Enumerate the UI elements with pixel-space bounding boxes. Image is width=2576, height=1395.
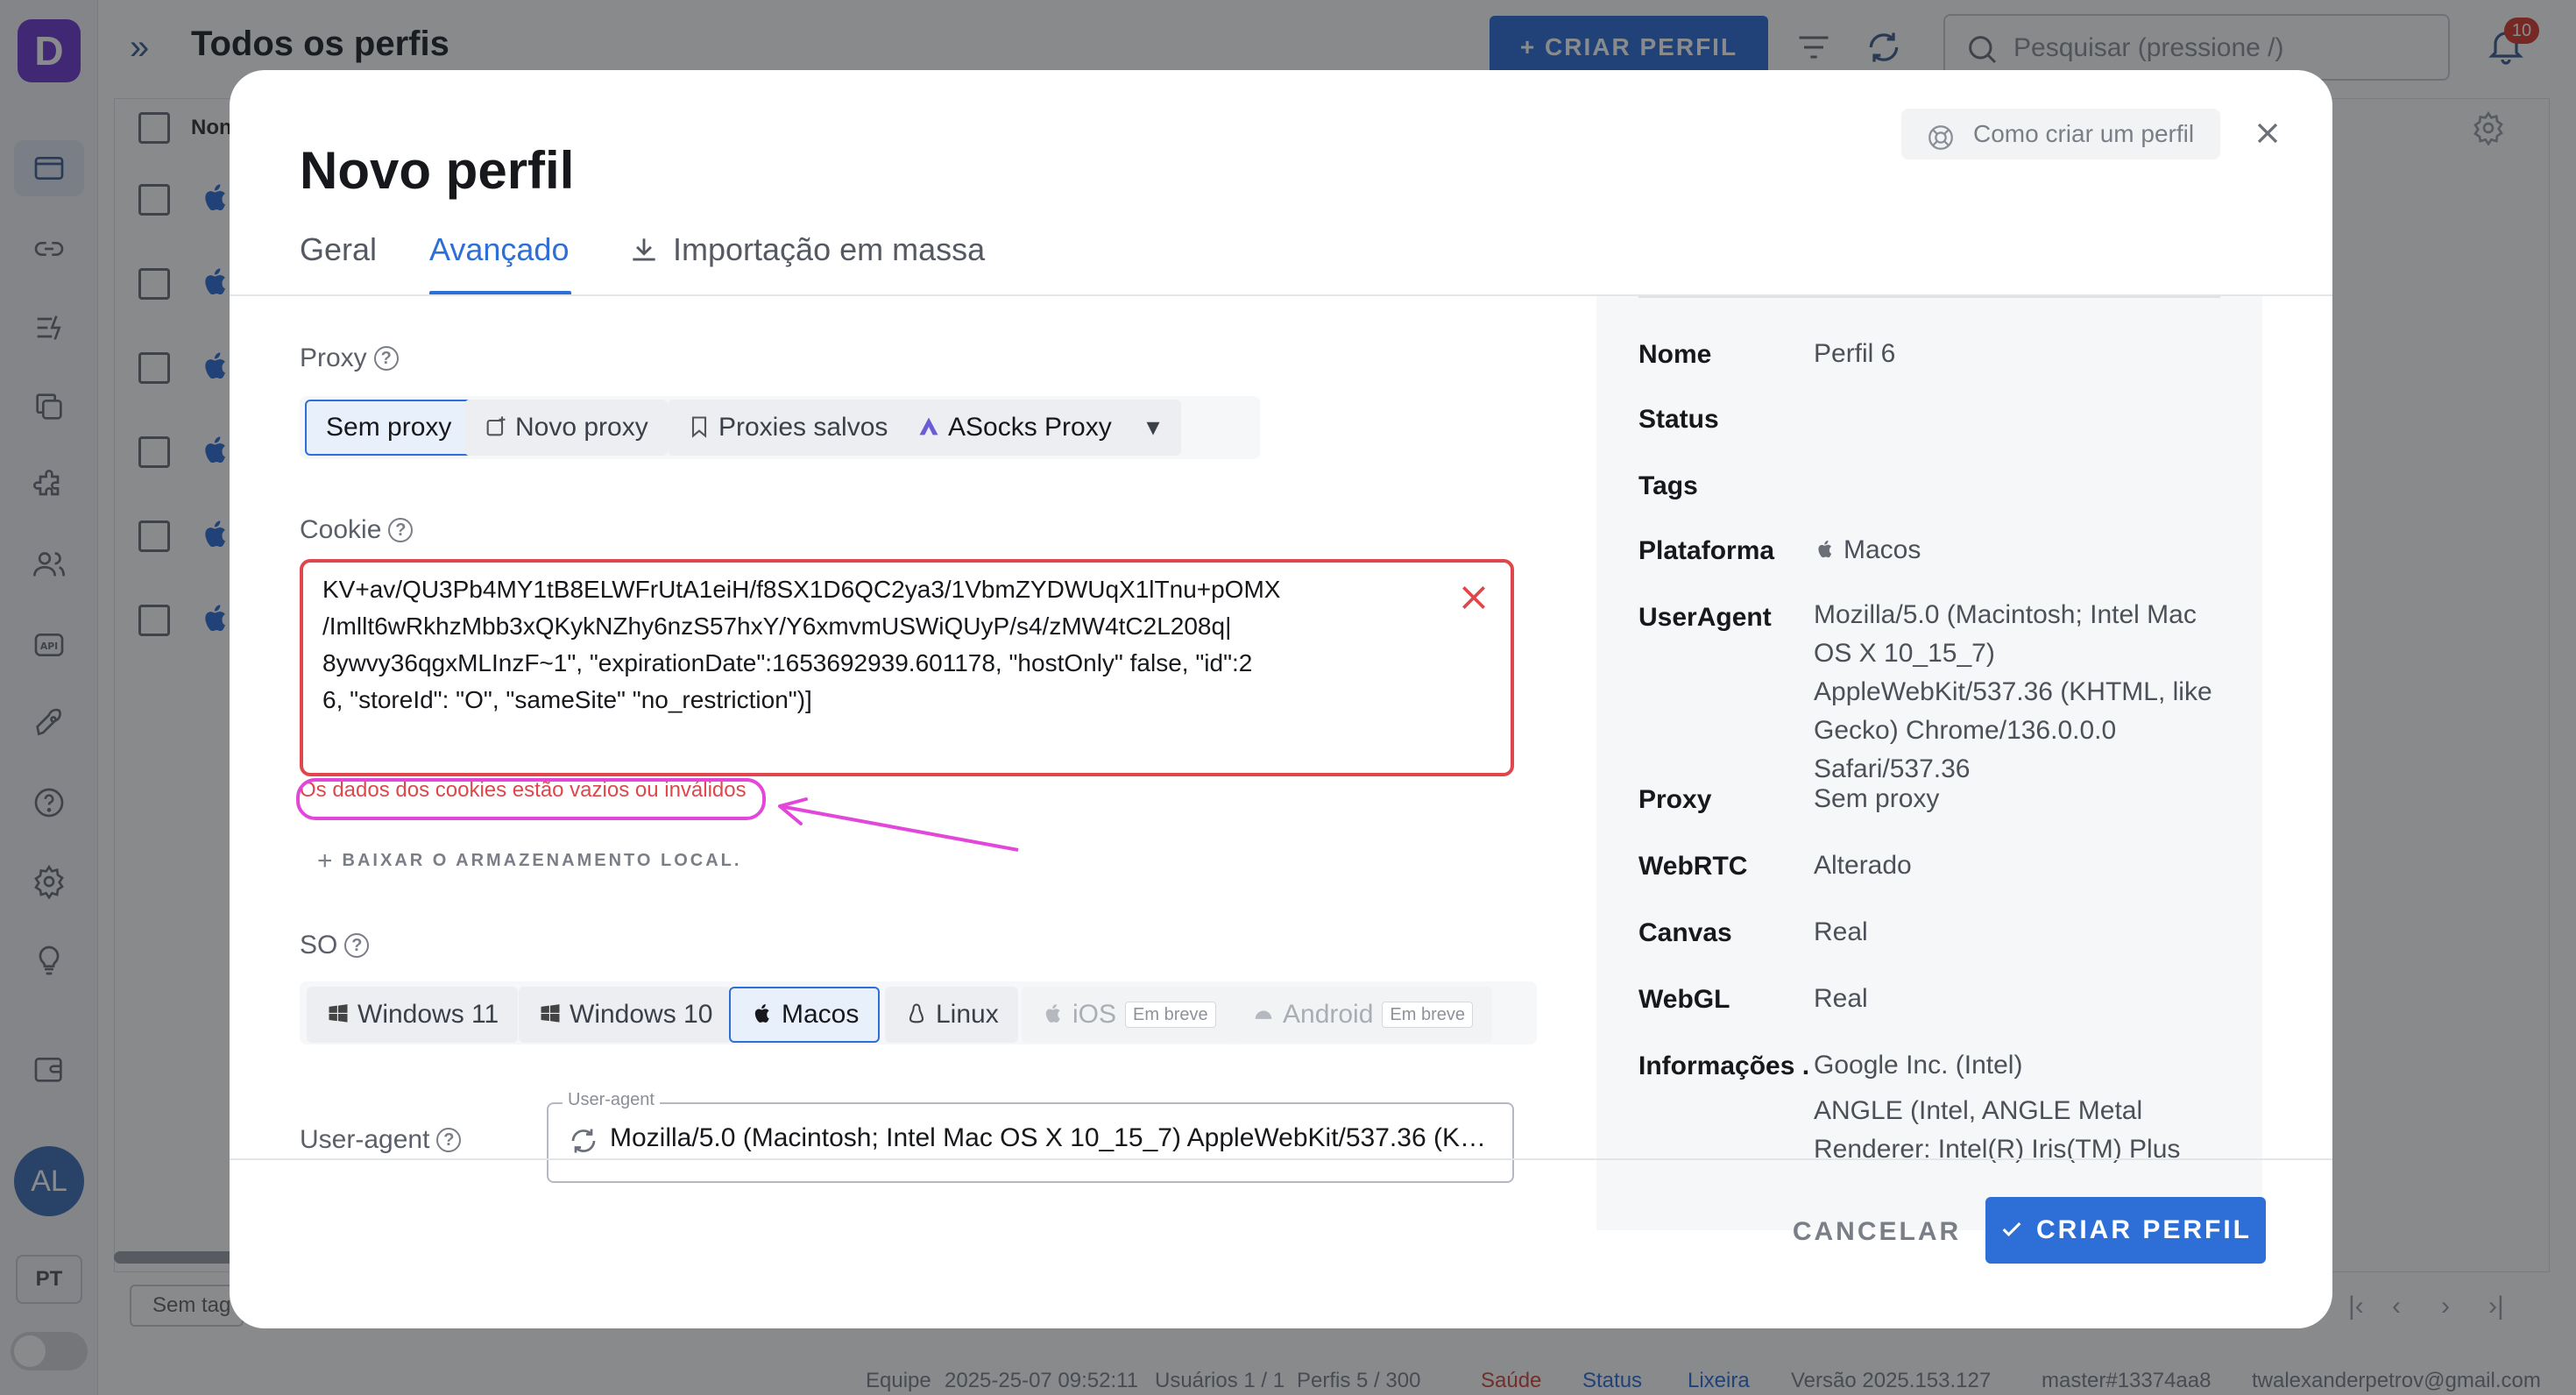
proxy-label: Proxy (300, 343, 367, 372)
os-help-icon[interactable]: ? (344, 933, 370, 958)
os-option-android: Android Em breve (1232, 987, 1492, 1043)
user-agent-help-icon[interactable]: ? (436, 1128, 462, 1152)
proxy-section-label: Proxy? (300, 343, 399, 373)
user-agent-field-legend: User-agent (563, 1090, 660, 1110)
summary-webrtc-key: WebRTC (1638, 852, 1748, 881)
tab-advanced[interactable]: Avançado (429, 231, 569, 268)
regenerate-user-agent-icon[interactable] (568, 1125, 599, 1157)
os-option-macos-label: Macos (782, 1000, 860, 1029)
new-proxy-icon (484, 403, 508, 436)
check-icon (1999, 1200, 2024, 1236)
summary-info-value-2: ANGLE (Intel, ANGLE Metal Renderer: Inte… (1814, 1096, 2181, 1164)
proxy-option-new-label: Novo proxy (515, 413, 648, 442)
apple-icon (750, 992, 775, 1023)
summary-info-value: Google Inc. (Intel) (1814, 1051, 2023, 1080)
os-option-linux[interactable]: Linux (885, 987, 1018, 1043)
summary-platform-value: Macos (1844, 535, 1921, 564)
close-icon[interactable] (2250, 116, 2285, 151)
os-option-macos[interactable]: Macos (729, 987, 881, 1043)
os-option-ios: iOS Em breve (1022, 987, 1235, 1043)
cookie-section-label: Cookie? (300, 515, 414, 545)
download-local-storage-link[interactable]: + BAIXAR O ARMAZENAMENTO LOCAL. (317, 846, 741, 876)
download-icon (627, 233, 661, 266)
user-agent-label: User-agent (300, 1125, 430, 1154)
summary-useragent-value: Mozilla/5.0 (Macintosh; Intel Mac OS X 1… (1814, 600, 2212, 783)
lifebuoy-icon (1926, 119, 1956, 150)
asocks-logo-icon (916, 403, 941, 435)
proxy-more-dropdown[interactable]: ▾ (1125, 400, 1181, 456)
cookie-help-icon[interactable]: ? (388, 518, 414, 542)
os-option-windows-11-label: Windows 11 (357, 1000, 499, 1029)
user-agent-section-label: User-agent? (300, 1125, 462, 1155)
os-option-ios-label: iOS (1072, 1000, 1117, 1029)
summary-canvas-value: Real (1814, 917, 1868, 946)
user-agent-input[interactable]: User-agent Mozilla/5.0 (Macintosh; Intel… (547, 1090, 1514, 1183)
os-option-windows-10-label: Windows 10 (570, 1000, 713, 1029)
coming-soon-badge: Em breve (1382, 1002, 1473, 1028)
tab-bulk-import[interactable]: Importação em massa (673, 231, 985, 268)
summary-info-key: Informações ... (1638, 1052, 1810, 1080)
os-option-android-label: Android (1283, 1000, 1374, 1029)
cancel-button[interactable]: CANCELAR (1780, 1200, 1973, 1264)
cookie-textarea[interactable]: KV+av/QU3Pb4MY1tB8ELWFrUtA1eiH/f8SX1D6QC… (300, 559, 1514, 776)
dialog-title: Novo perfil (300, 141, 575, 200)
summary-platform-key: Plataforma (1638, 536, 1775, 565)
cookie-value: KV+av/QU3Pb4MY1tB8ELWFrUtA1eiH/f8SX1D6QC… (322, 576, 1281, 713)
tab-general[interactable]: Geral (300, 231, 377, 268)
os-option-windows-11[interactable]: Windows 11 (307, 987, 519, 1043)
create-profile-button[interactable]: CRIAR PERFIL (1985, 1197, 2266, 1264)
summary-webgl-key: WebGL (1638, 985, 1730, 1014)
summary-useragent-key: UserAgent (1638, 603, 1772, 632)
summary-webgl-value: Real (1814, 984, 1868, 1013)
summary-canvas-key: Canvas (1638, 918, 1732, 947)
proxy-option-saved[interactable]: Proxies salvos (668, 400, 908, 456)
profile-summary-panel: Nome Perfil 6 Status Tags Plataforma Mac… (1596, 296, 2262, 1230)
create-profile-label: CRIAR PERFIL (2036, 1215, 2252, 1244)
os-section-label: SO? (300, 931, 370, 960)
windows-icon (538, 990, 563, 1023)
proxy-option-saved-label: Proxies salvos (718, 413, 888, 442)
summary-proxy-key: Proxy (1638, 785, 1712, 814)
bookmark-icon (687, 403, 711, 438)
apple-icon (1814, 534, 1836, 558)
plus-icon: + (317, 846, 336, 875)
linux-icon (904, 990, 929, 1023)
annotation-arrow (778, 797, 1019, 852)
new-profile-dialog: Novo perfil Como criar um perfil Geral A… (230, 70, 2332, 1328)
summary-divider (1638, 296, 2220, 298)
summary-tags-key: Tags (1638, 471, 1698, 500)
summary-status-key: Status (1638, 405, 1719, 434)
apple-icon (1041, 990, 1065, 1023)
coming-soon-badge: Em breve (1125, 1002, 1216, 1028)
summary-proxy-value: Sem proxy (1814, 784, 1940, 813)
footer-divider (230, 1158, 2332, 1160)
proxy-option-new[interactable]: Novo proxy (464, 400, 668, 456)
os-option-windows-10[interactable]: Windows 10 (519, 987, 732, 1043)
clear-cookie-icon[interactable] (1456, 580, 1491, 615)
os-option-linux-label: Linux (936, 1000, 999, 1029)
android-icon (1251, 990, 1276, 1019)
proxy-option-asocks[interactable]: ASocks Proxy (897, 400, 1131, 456)
how-to-create-label: Como criar um perfil (1973, 120, 2195, 147)
user-agent-value: Mozilla/5.0 (Macintosh; Intel Mac OS X 1… (610, 1123, 1495, 1152)
proxy-help-icon[interactable]: ? (373, 346, 399, 371)
proxy-option-none[interactable]: Sem proxy (305, 400, 473, 456)
summary-webrtc-value: Alterado (1814, 851, 1912, 880)
how-to-create-button[interactable]: Como criar um perfil (1901, 109, 2220, 159)
summary-name-key: Nome (1638, 340, 1712, 369)
download-local-storage-label: BAIXAR O ARMAZENAMENTO LOCAL. (342, 851, 742, 870)
cookie-label: Cookie (300, 515, 382, 544)
summary-platform: Macos (1814, 531, 2226, 570)
summary-name-value: Perfil 6 (1814, 339, 1896, 368)
os-label: SO (300, 931, 338, 960)
caret-down-icon: ▾ (1146, 413, 1160, 442)
annotation-highlight (296, 778, 766, 820)
proxy-option-asocks-label: ASocks Proxy (948, 413, 1112, 442)
windows-icon (326, 990, 350, 1023)
